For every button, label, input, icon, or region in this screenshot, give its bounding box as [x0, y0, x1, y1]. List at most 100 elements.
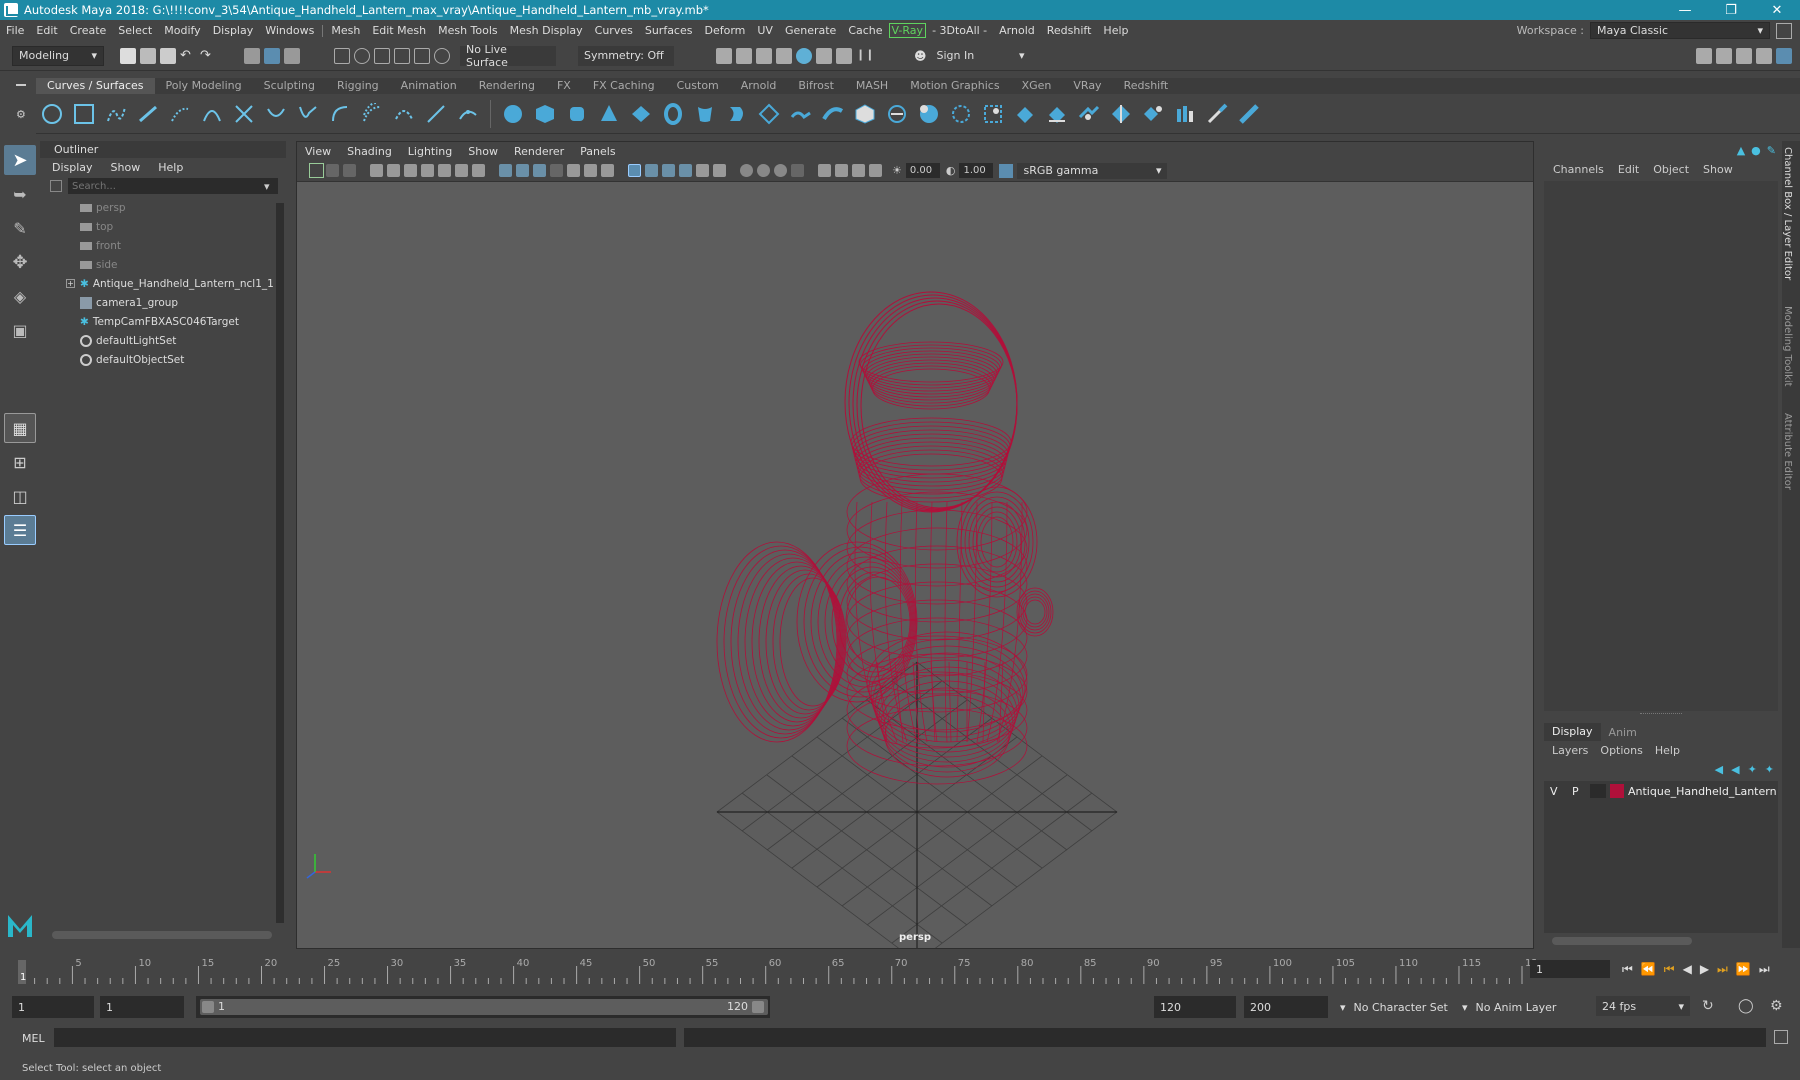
- revolve-icon[interactable]: [694, 103, 716, 125]
- menu-3dtoall[interactable]: - 3DtoAll -: [926, 20, 993, 41]
- intersect-icon[interactable]: [982, 103, 1004, 125]
- layer-hscrollbar[interactable]: [1552, 937, 1692, 945]
- symmetry-dropdown[interactable]: Symmetry: Off: [578, 45, 674, 66]
- layer-playback-toggle[interactable]: P: [1572, 785, 1590, 798]
- loft-icon[interactable]: [726, 103, 748, 125]
- snap-pivot-icon[interactable]: [434, 47, 450, 64]
- untrim-icon[interactable]: [1046, 103, 1068, 125]
- birail-icon[interactable]: [822, 103, 844, 125]
- viewport-menu-panels[interactable]: Panels: [572, 145, 623, 158]
- go-to-end-icon[interactable]: ⏭: [1759, 962, 1770, 977]
- hud-icon[interactable]: [550, 164, 563, 177]
- channel-box-menu-edit[interactable]: Edit: [1611, 163, 1646, 176]
- planar-icon[interactable]: [758, 103, 780, 125]
- tab-display[interactable]: Display: [1544, 723, 1601, 741]
- rebuild-curve-icon[interactable]: [393, 103, 415, 125]
- select-component-icon[interactable]: [284, 47, 300, 64]
- outliner-menu-display[interactable]: Display: [40, 161, 99, 174]
- auto-key-icon[interactable]: ◯: [1738, 998, 1754, 1014]
- expand-icon[interactable]: +: [66, 279, 75, 288]
- menu-vray[interactable]: V-Ray: [888, 23, 927, 38]
- render-sequence-icon[interactable]: [736, 47, 752, 64]
- restore-icon[interactable]: ❐: [1708, 0, 1754, 20]
- sign-in-dropdown[interactable]: Sign In ▾: [931, 46, 1031, 66]
- textured-icon[interactable]: [679, 164, 692, 177]
- layer-menu-layers[interactable]: Layers: [1546, 744, 1594, 757]
- shelf-tab-sculpting[interactable]: Sculpting: [253, 78, 326, 94]
- shelf-tab-bifrost[interactable]: Bifrost: [787, 78, 845, 94]
- shadows-icon[interactable]: [713, 164, 726, 177]
- nurbs-torus-icon[interactable]: [662, 102, 684, 125]
- two-pane-layout[interactable]: ◫: [4, 481, 36, 511]
- list-item[interactable]: top: [40, 217, 286, 236]
- smooth-shade-icon[interactable]: [645, 164, 658, 177]
- camera-pan-icon[interactable]: [869, 164, 882, 177]
- list-item[interactable]: defaultLightSet: [40, 331, 286, 350]
- wireframe-on-shaded-icon[interactable]: [662, 164, 675, 177]
- ambient-occlusion-icon[interactable]: [740, 164, 753, 177]
- list-item[interactable]: ✱ TempCamFBXASC046Target: [40, 312, 286, 331]
- channel-box-toggle-icon[interactable]: ▲: [1737, 144, 1745, 157]
- select-object-icon[interactable]: [264, 47, 280, 64]
- menu-surfaces[interactable]: Surfaces: [639, 20, 699, 41]
- play-backward-icon[interactable]: ◀: [1683, 962, 1692, 976]
- grid-icon[interactable]: [499, 164, 512, 177]
- viewport-menu-renderer[interactable]: Renderer: [506, 145, 572, 158]
- colorspace-dropdown[interactable]: sRGB gamma ▾: [1017, 162, 1168, 179]
- gamma-field[interactable]: 1.00: [959, 163, 994, 178]
- menu-help[interactable]: Help: [1097, 20, 1134, 41]
- time-slider-ticks[interactable]: 5 10 15 20 25 30 35 40 45 50 55 60 65 70 75 80 85 90 95 100…: [16, 952, 1536, 988]
- chevron-down-icon[interactable]: ▾: [264, 180, 270, 193]
- move-tool[interactable]: ✥: [4, 247, 36, 277]
- time-slider[interactable]: 5 10 15 20 25 30 35 40 45 50 55 60 65 70 75 80 85 90 95 100…: [0, 952, 1800, 988]
- script-language-label[interactable]: MEL: [22, 1032, 45, 1045]
- step-forward-key-icon[interactable]: ⏩: [1736, 962, 1751, 976]
- new-layer-selected-icon[interactable]: ✦: [1765, 763, 1774, 776]
- nurbs-plane-icon[interactable]: [630, 103, 652, 125]
- menu-mesh-display[interactable]: Mesh Display: [504, 20, 589, 41]
- snap-point-icon[interactable]: [374, 47, 390, 64]
- shelf-tab-animation[interactable]: Animation: [390, 78, 468, 94]
- field-chart-icon[interactable]: [472, 164, 485, 177]
- live-surface-field[interactable]: No Live Surface: [460, 43, 556, 69]
- shelf-tab-rendering[interactable]: Rendering: [468, 78, 546, 94]
- select-tool[interactable]: ➤: [4, 145, 36, 175]
- exposure-field[interactable]: 0.00: [905, 163, 940, 178]
- shelf-tab-vray[interactable]: VRay: [1062, 78, 1112, 94]
- fps-dropdown[interactable]: 24 fps ▾: [1596, 996, 1690, 1016]
- close-icon[interactable]: ✕: [1754, 0, 1800, 20]
- list-item[interactable]: side: [40, 255, 286, 274]
- attribute-toggle-icon[interactable]: ●: [1751, 144, 1761, 157]
- snap-grid-icon[interactable]: [334, 47, 350, 64]
- shelf-grip[interactable]: ⚙: [16, 84, 26, 124]
- shelf-tab-mash[interactable]: MASH: [845, 78, 899, 94]
- save-scene-icon[interactable]: [160, 47, 176, 64]
- outliner-hscrollbar[interactable]: [52, 931, 272, 939]
- outliner-menu-help[interactable]: Help: [146, 161, 189, 174]
- motion-blur-icon[interactable]: [757, 164, 770, 177]
- menu-uv[interactable]: UV: [751, 20, 779, 41]
- layer-menu-options[interactable]: Options: [1594, 744, 1648, 757]
- shelf-tab-xgen[interactable]: XGen: [1011, 78, 1063, 94]
- menu-arnold[interactable]: Arnold: [993, 20, 1041, 41]
- outliner-vscrollbar[interactable]: [276, 203, 284, 923]
- layer-row[interactable]: V P Antique_Handheld_Lantern: [1544, 781, 1778, 801]
- offset-curve-icon[interactable]: [361, 102, 383, 125]
- viewport-menu-view[interactable]: View: [297, 145, 339, 158]
- sculpt-tool-icon[interactable]: [1206, 103, 1228, 125]
- list-item[interactable]: camera1_group: [40, 293, 286, 312]
- scale-tool[interactable]: ▣: [4, 315, 36, 345]
- step-forward-frame-icon[interactable]: ⏭: [1717, 962, 1728, 977]
- layer-color-swatch[interactable]: [1610, 784, 1624, 798]
- redo-icon[interactable]: ↷: [200, 48, 216, 64]
- nurbs-cone-icon[interactable]: [598, 103, 620, 125]
- project-curve-icon[interactable]: [950, 103, 972, 125]
- undo-icon[interactable]: ↶: [180, 48, 196, 64]
- isolate-icon[interactable]: [584, 164, 597, 177]
- soft-mod-icon[interactable]: [1238, 103, 1260, 125]
- light-editor-icon[interactable]: [836, 47, 852, 64]
- depth-of-field-icon[interactable]: [791, 164, 804, 177]
- two-d-pan-icon[interactable]: [387, 164, 400, 177]
- snap-surface-icon[interactable]: [414, 47, 430, 64]
- filter-icon[interactable]: [50, 180, 62, 192]
